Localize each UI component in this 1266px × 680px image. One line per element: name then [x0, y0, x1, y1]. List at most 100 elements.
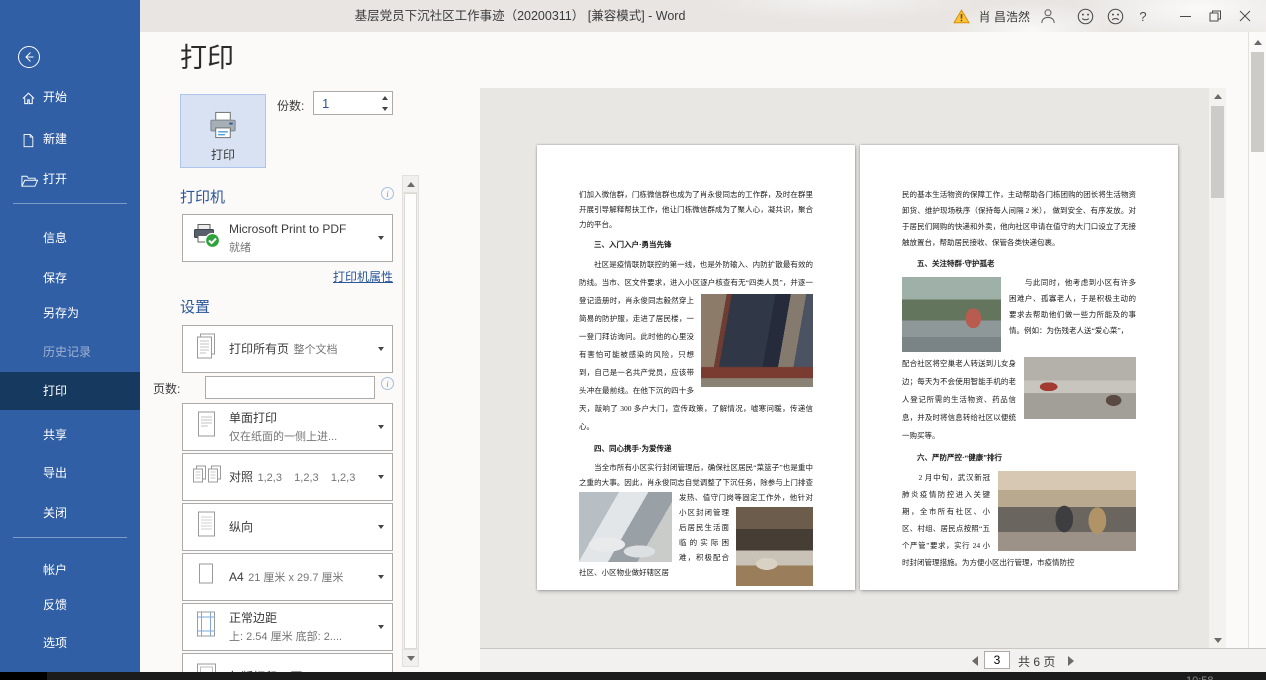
preview-scrollbar[interactable]: [1209, 88, 1226, 648]
sidebar-item-open[interactable]: 打开: [0, 166, 140, 192]
scroll-up-button[interactable]: [1249, 34, 1266, 50]
next-page-button[interactable]: [1068, 656, 1074, 666]
chevron-down-icon: [378, 625, 384, 629]
document-paragraph: 社区是疫情联防联控的第一线，也是外防输入、内防扩散最有效的防线。当市、区文件要求…: [579, 256, 813, 436]
printer-status: 就绪: [229, 242, 251, 254]
sidebar-item-export[interactable]: 导出: [0, 460, 140, 486]
portrait-orientation-icon: [189, 510, 223, 545]
document-paragraph: 配合社区将空巢老人转送到儿女身边；每天为不会使用智能手机的老人登记所需的生活物资…: [902, 355, 1136, 445]
copies-decrement-button[interactable]: [377, 103, 392, 114]
pages-range-input[interactable]: [205, 376, 375, 399]
photo-parking-lot: [1024, 357, 1136, 419]
collation-select[interactable]: 对照 1,2,3 1,2,3 1,2,3: [182, 453, 393, 501]
sidebar-item-save-as[interactable]: 另存为: [0, 300, 140, 326]
copies-stepper: [313, 91, 393, 115]
scroll-up-button[interactable]: [1209, 88, 1226, 104]
window-scrollbar[interactable]: [1248, 32, 1266, 672]
chevron-down-icon: [378, 236, 384, 240]
scrollbar-thumb[interactable]: [1211, 106, 1224, 198]
title-bar: 基层党员下沉社区工作事迹（20200311） [兼容模式] - Word 肖 昌…: [140, 0, 1266, 32]
sidebar-item-feedback[interactable]: 反馈: [0, 592, 140, 618]
collated-icon: [189, 462, 223, 493]
person-icon[interactable]: [1040, 8, 1056, 24]
document-paragraph: 与此同时，他考虑到小区有许多困难户、孤寡老人，于是积极主动的要求去帮助他们做一些…: [902, 275, 1136, 355]
sidebar-item-info[interactable]: 信息: [0, 225, 140, 251]
new-document-icon: [21, 131, 35, 157]
photo-packages-gate: [736, 507, 813, 586]
printer-info-icon[interactable]: i: [381, 187, 394, 200]
total-pages-label: 共 6 页: [1018, 653, 1055, 670]
minimize-button[interactable]: [1170, 0, 1200, 32]
word-print-backstage: 基层党员下沉社区工作事迹（20200311） [兼容模式] - Word 肖 昌…: [0, 0, 1266, 680]
printer-section-header: 打印机: [180, 186, 225, 207]
pages-label: 页数:: [153, 380, 180, 397]
help-button[interactable]: ?: [1130, 0, 1156, 32]
smiley-feedback-icon[interactable]: [1070, 0, 1100, 32]
print-one-sided-icon: [189, 410, 223, 445]
chevron-down-icon: [378, 475, 384, 479]
printer-ready-icon: [189, 222, 223, 254]
copies-increment-button[interactable]: [377, 92, 392, 103]
sidebar-item-new[interactable]: 新建: [0, 126, 140, 152]
paper-size-icon: [189, 560, 223, 595]
sidebar-item-account[interactable]: 帐户: [0, 557, 140, 583]
sidebar-item-print[interactable]: 打印: [0, 372, 140, 410]
scrollbar-thumb[interactable]: [1251, 52, 1264, 152]
printer-select[interactable]: Microsoft Print to PDF 就绪: [182, 214, 393, 262]
scroll-down-button[interactable]: [403, 649, 418, 666]
sidebar-item-share[interactable]: 共享: [0, 422, 140, 448]
sidebar-item-options[interactable]: 选项: [0, 630, 140, 656]
restore-window-button[interactable]: [1200, 0, 1230, 32]
photo-street-elderly: [902, 277, 1001, 352]
settings-section-header: 设置: [180, 296, 210, 317]
printer-properties-link[interactable]: 打印机属性: [182, 268, 393, 285]
print-preview-area: 们加入微信群，门栋微信群也成为了肖永俊同志的工作群，及时在群里开展引导解释帮扶工…: [480, 88, 1226, 648]
orientation-select[interactable]: 纵向: [182, 503, 393, 551]
scrollbar-thumb[interactable]: [404, 193, 417, 649]
sidebar-item-save[interactable]: 保存: [0, 265, 140, 291]
scroll-down-button[interactable]: [1209, 632, 1226, 648]
pages-info-icon[interactable]: i: [381, 377, 394, 390]
document-page-3: 们加入微信群，门栋微信群也成为了肖永俊同志的工作群，及时在群里开展引导解释帮扶工…: [537, 145, 855, 590]
printer-icon: [205, 110, 241, 141]
copies-label: 份数:: [277, 97, 304, 114]
signed-in-user[interactable]: 肖 昌浩然: [979, 8, 1030, 25]
settings-scrollbar[interactable]: [402, 175, 419, 667]
document-paragraph: 2 月中旬，武汉新冠肺炎疫情防控进入关键期，全市所有社区、小区、村组、居民点按照…: [902, 469, 1136, 571]
preview-footer: 共 6 页 40% − +: [480, 648, 1266, 672]
frown-feedback-icon[interactable]: [1100, 0, 1130, 32]
print-button[interactable]: 打印: [180, 94, 266, 168]
scroll-up-button[interactable]: [403, 176, 418, 193]
document-page-4: 民的基本生活物资的保障工作，主动帮助各门栋团购的团长将生活物资卸货、维护现场秩序…: [860, 145, 1178, 590]
paper-size-select[interactable]: A4 21 厘米 x 29.7 厘米: [182, 553, 393, 601]
document-heading: 五、关注特群·守护孤老: [902, 256, 1136, 271]
chevron-down-icon: [378, 347, 384, 351]
taskbar-sliver: 10:58: [0, 672, 1266, 680]
document-heading: 三、入门入户·勇当先锋: [579, 237, 813, 252]
print-all-pages-icon: [189, 332, 223, 367]
sidebar-item-home[interactable]: 开始: [0, 84, 140, 110]
print-range-select[interactable]: 打印所有页 整个文档: [182, 325, 393, 373]
margins-select[interactable]: 正常边距 上: 2.54 厘米 底部: 2....: [182, 603, 393, 651]
print-button-label: 打印: [187, 146, 259, 163]
chevron-down-icon: [378, 575, 384, 579]
previous-page-button[interactable]: [972, 656, 978, 666]
duplex-select[interactable]: 单面打印 仅在纸面的一侧上进...: [182, 403, 393, 451]
photo-grocery-delivery: [579, 492, 672, 562]
chevron-down-icon: [378, 525, 384, 529]
document-heading: 四、同心携手·为爱传递: [579, 441, 813, 456]
copies-input[interactable]: [314, 92, 380, 114]
current-page-input[interactable]: [984, 651, 1010, 669]
taskbar-clock: 10:58: [1186, 674, 1214, 680]
chevron-down-icon: [378, 425, 384, 429]
document-heading: 六、严防严控·“健康”排行: [902, 450, 1136, 465]
back-arrow-icon: [17, 45, 41, 69]
sidebar-item-close[interactable]: 关闭: [0, 500, 140, 526]
sidebar-item-history: 历史记录: [0, 339, 140, 365]
back-button[interactable]: [17, 45, 41, 69]
backstage-sidebar: 开始 新建 打开 信息 保存 另存为 历史记录 打印 共享 导出 关闭 帐户 反…: [0, 0, 140, 672]
page-title: 打印: [180, 36, 234, 75]
warning-icon[interactable]: [953, 9, 970, 24]
photo-queue-entrance: [998, 471, 1136, 551]
close-button[interactable]: [1230, 0, 1260, 32]
